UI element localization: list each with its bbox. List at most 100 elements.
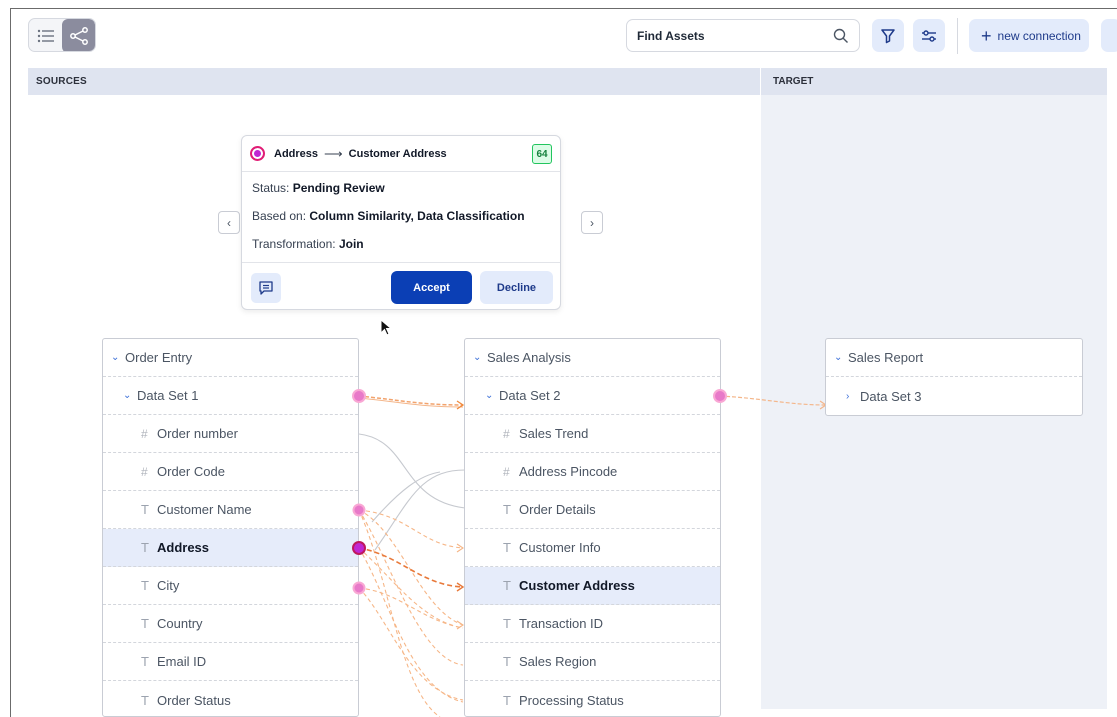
field-row[interactable]: T Processing Status bbox=[465, 681, 720, 717]
suggestion-actions: Accept Decline bbox=[242, 262, 560, 310]
field-name: Processing Status bbox=[519, 692, 624, 708]
search-icon[interactable] bbox=[833, 28, 849, 44]
arrow-right-icon: ⟶ bbox=[324, 145, 343, 161]
table-header-sales-report[interactable]: ⌄ Sales Report bbox=[826, 339, 1082, 377]
dataset-row-1[interactable]: ⌄ Data Set 1 bbox=[103, 377, 358, 415]
view-toggle bbox=[28, 18, 96, 52]
filter-icon bbox=[881, 28, 895, 43]
dataset-row-3[interactable]: › Data Set 3 bbox=[826, 377, 1082, 415]
table-title: Sales Report bbox=[848, 350, 924, 365]
status-label: Status: bbox=[252, 181, 290, 195]
suggestion-header: Address ⟶ Customer Address 64 bbox=[242, 136, 560, 172]
based-on-label: Based on: bbox=[252, 209, 307, 223]
field-name: Sales Trend bbox=[519, 426, 589, 441]
text-type-icon: T bbox=[141, 578, 149, 593]
new-connection-button[interactable]: + new connection bbox=[969, 19, 1089, 52]
toolbar-divider bbox=[957, 18, 958, 54]
field-name: Customer Name bbox=[157, 502, 252, 517]
field-row[interactable]: T Sales Region bbox=[465, 643, 720, 681]
field-name: Transaction ID bbox=[519, 616, 604, 631]
field-row[interactable]: # Sales Trend bbox=[465, 415, 720, 453]
suggestion-details: Status: Pending Review Based on: Column … bbox=[242, 172, 560, 265]
filter-button[interactable] bbox=[872, 19, 904, 52]
text-type-icon: T bbox=[503, 578, 511, 593]
comment-icon bbox=[259, 281, 273, 295]
text-type-icon: T bbox=[503, 540, 511, 555]
chevron-down-icon: ⌄ bbox=[473, 352, 482, 363]
number-type-icon: # bbox=[503, 426, 510, 441]
text-type-icon: T bbox=[141, 692, 149, 708]
field-name: Country bbox=[157, 616, 203, 631]
sources-header: SOURCES bbox=[28, 68, 760, 95]
field-name: Order Details bbox=[519, 502, 596, 517]
number-type-icon: # bbox=[141, 464, 148, 479]
field-row[interactable]: T Transaction ID bbox=[465, 605, 720, 643]
field-name: Order Code bbox=[157, 464, 225, 479]
table-header-sales-analysis[interactable]: ⌄ Sales Analysis bbox=[465, 339, 720, 377]
share-graph-icon bbox=[69, 27, 88, 45]
field-row-selected[interactable]: T Address bbox=[103, 529, 358, 567]
field-row[interactable]: T Customer Name bbox=[103, 491, 358, 529]
text-type-icon: T bbox=[503, 654, 511, 669]
previous-suggestion-button[interactable]: ‹ bbox=[218, 211, 240, 234]
field-row[interactable]: T Email ID bbox=[103, 643, 358, 681]
mouse-cursor-icon bbox=[380, 319, 392, 336]
settings-button[interactable] bbox=[913, 19, 945, 52]
text-type-icon: T bbox=[141, 654, 149, 669]
search-input[interactable] bbox=[637, 20, 827, 51]
source-field: Address bbox=[274, 147, 319, 160]
text-type-icon: T bbox=[503, 692, 511, 708]
confidence-score-badge: 64 bbox=[532, 144, 552, 164]
field-row[interactable]: T Order Details bbox=[465, 491, 720, 529]
field-name: Customer Info bbox=[519, 540, 601, 555]
field-row[interactable]: # Order Code bbox=[103, 453, 358, 491]
sliders-icon bbox=[922, 29, 936, 42]
mapping-node-icon bbox=[250, 146, 265, 161]
field-row[interactable]: T Customer Info bbox=[465, 529, 720, 567]
dataset-label: Data Set 3 bbox=[860, 388, 922, 404]
chevron-down-icon: ⌄ bbox=[111, 352, 120, 363]
field-name: Address Pincode bbox=[519, 464, 618, 479]
field-name: Address bbox=[157, 540, 210, 555]
table-header-order-entry[interactable]: ⌄ Order Entry bbox=[103, 339, 358, 377]
transformation-value: Join bbox=[338, 237, 364, 251]
field-row[interactable]: # Order number bbox=[103, 415, 358, 453]
number-type-icon: # bbox=[141, 426, 148, 441]
accept-button[interactable]: Accept bbox=[391, 271, 472, 304]
text-type-icon: T bbox=[141, 502, 149, 517]
text-type-icon: T bbox=[141, 540, 149, 555]
more-button[interactable] bbox=[1101, 19, 1117, 52]
dataset-row-2[interactable]: ⌄ Data Set 2 bbox=[465, 377, 720, 415]
list-icon bbox=[37, 29, 54, 43]
based-on-value: Column Similarity, Data Classification bbox=[309, 209, 525, 223]
next-suggestion-button[interactable]: › bbox=[581, 211, 603, 234]
field-row-selected[interactable]: T Customer Address bbox=[465, 567, 720, 605]
table-title: Sales Analysis bbox=[487, 350, 571, 365]
field-name: Order number bbox=[157, 426, 238, 441]
decline-button[interactable]: Decline bbox=[480, 271, 553, 304]
chevron-right-icon: › bbox=[846, 390, 850, 402]
comment-button[interactable] bbox=[251, 273, 281, 303]
find-assets-search bbox=[626, 19, 860, 52]
order-entry-table: ⌄ Order Entry ⌄ Data Set 1 # Order number… bbox=[102, 338, 359, 717]
status-value: Pending Review bbox=[292, 181, 385, 195]
text-type-icon: T bbox=[503, 616, 511, 631]
field-row[interactable]: T Country bbox=[103, 605, 358, 643]
field-name: Order Status bbox=[157, 692, 231, 708]
sales-analysis-table: ⌄ Sales Analysis ⌄ Data Set 2 # Sales Tre… bbox=[464, 338, 721, 717]
new-connection-label: new connection bbox=[997, 28, 1081, 43]
dataset-label: Data Set 2 bbox=[499, 388, 561, 403]
sales-report-table: ⌄ Sales Report › Data Set 3 bbox=[825, 338, 1083, 416]
graph-view-button[interactable] bbox=[62, 19, 95, 51]
target-field: Customer Address bbox=[348, 147, 447, 160]
list-view-button[interactable] bbox=[29, 19, 62, 51]
field-row[interactable]: # Address Pincode bbox=[465, 453, 720, 491]
dataset-label: Data Set 1 bbox=[137, 388, 199, 403]
field-row[interactable]: T Order Status bbox=[103, 681, 358, 717]
field-row[interactable]: T City bbox=[103, 567, 358, 605]
field-name: Sales Region bbox=[519, 654, 597, 669]
plus-icon: + bbox=[981, 25, 992, 46]
text-type-icon: T bbox=[503, 502, 511, 517]
target-header: TARGET bbox=[761, 68, 1107, 95]
number-type-icon: # bbox=[503, 464, 510, 479]
